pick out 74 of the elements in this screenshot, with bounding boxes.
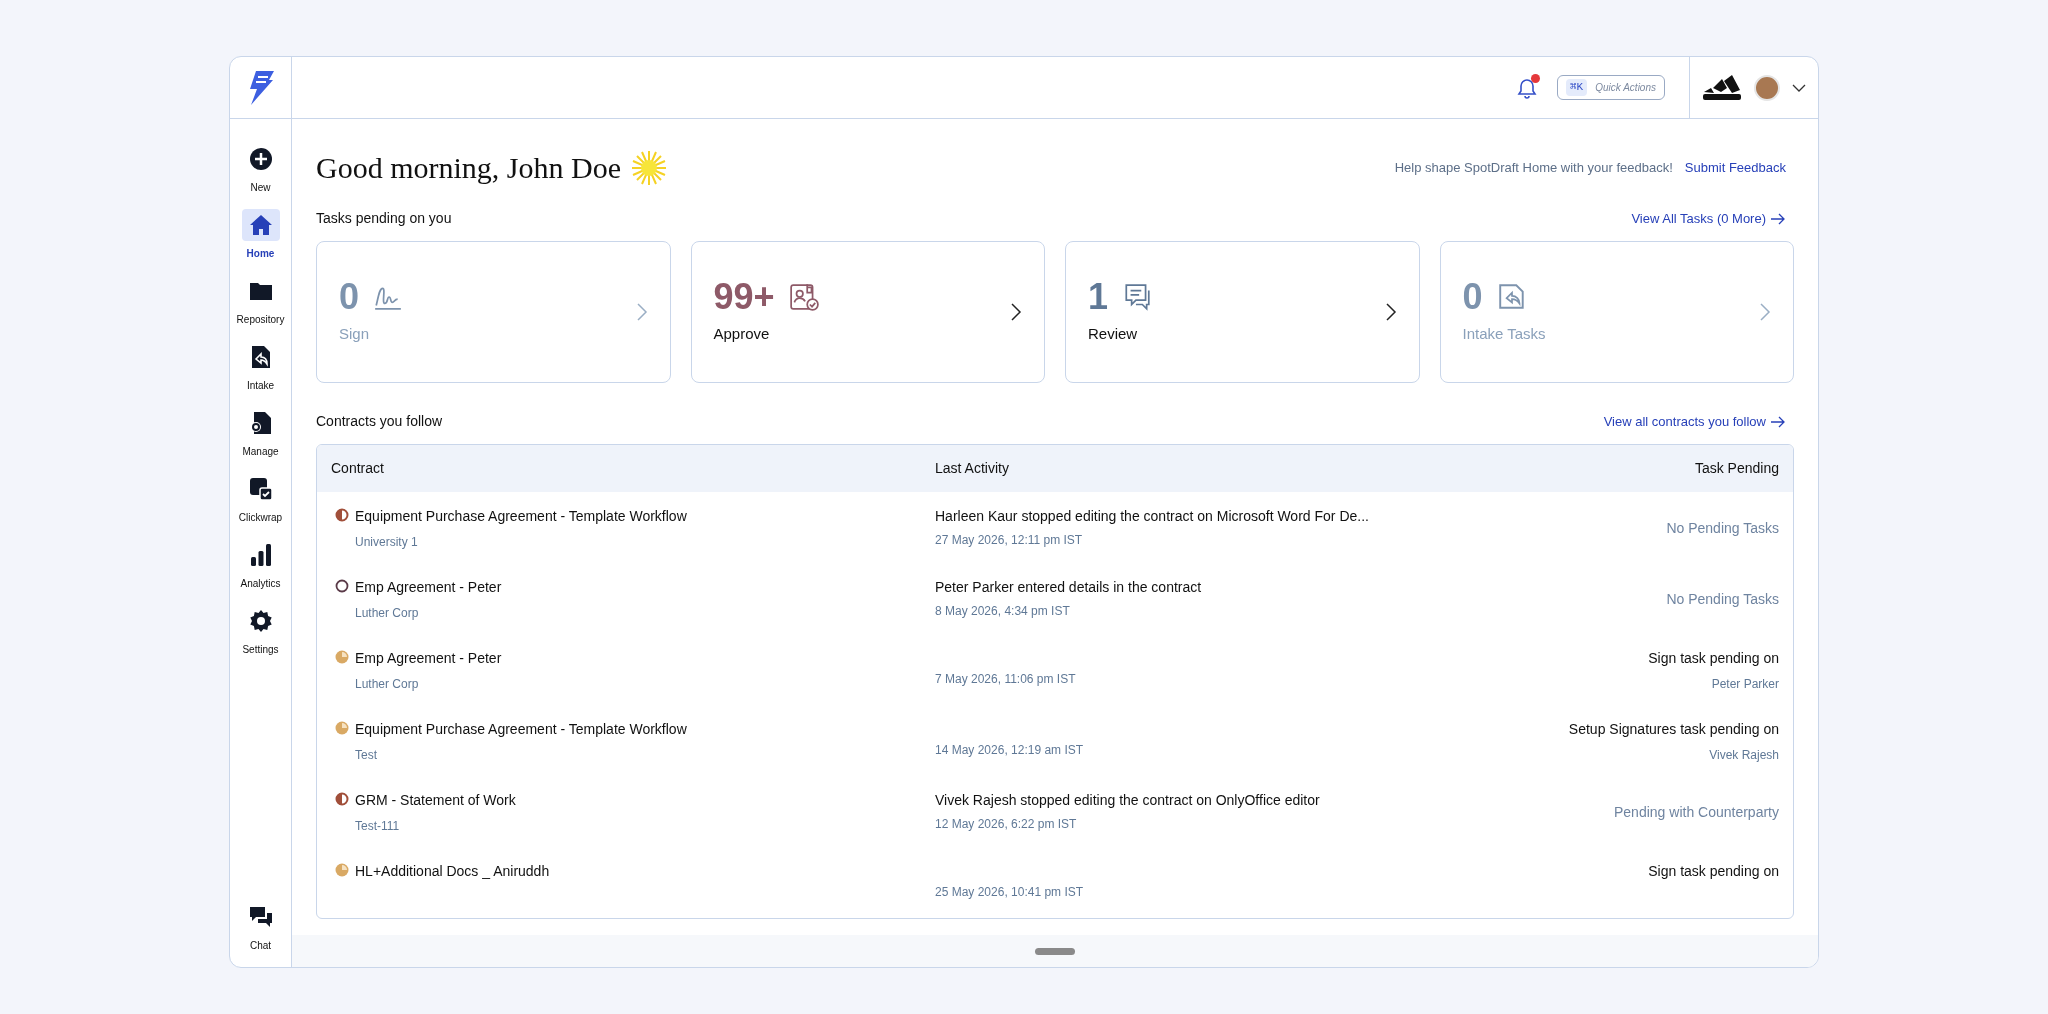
settings-icon: [248, 609, 273, 633]
nav-item[interactable]: Chat: [231, 901, 290, 953]
nav-item[interactable]: Clickwrap: [231, 473, 290, 525]
quick-actions-button[interactable]: ⌘K Quick Actions: [1557, 75, 1665, 100]
arrow-right-icon: [1770, 212, 1786, 225]
chevron-down-icon[interactable]: [1792, 82, 1806, 93]
nav-item[interactable]: New: [231, 143, 290, 195]
task-count: 99+: [713, 278, 775, 315]
task-count: 0: [1462, 278, 1483, 315]
bell-icon[interactable]: [1517, 76, 1537, 99]
task-pending-text: Pending with Counterparty: [1614, 803, 1779, 822]
counterparty-text: Test: [355, 747, 378, 764]
activity-text: Harleen Kaur stopped editing the contract on Microsoft Word For De...: [935, 507, 1370, 526]
task-count: 1: [1088, 278, 1109, 315]
activity-date: 8 May 2026, 4:34 pm IST: [935, 603, 1071, 620]
section-title: Tasks pending on you: [316, 209, 452, 228]
task-card[interactable]: 1 Review: [1065, 241, 1420, 383]
assignee-text: Vivek Rajesh: [1709, 747, 1779, 764]
home-icon: [248, 213, 273, 237]
chevron-right-icon: [1010, 302, 1022, 322]
activity-date: 12 May 2026, 6:22 pm IST: [935, 816, 1078, 833]
chat-icon: [248, 905, 273, 929]
column-header: Last Activity: [935, 459, 1010, 478]
task-pending-text: Sign task pending on: [1648, 862, 1779, 881]
sun-icon: [631, 149, 667, 186]
view-all-tasks-link[interactable]: View All Tasks (0 More): [1631, 208, 1794, 229]
assignee-text: Peter Parker: [1711, 676, 1779, 693]
column-header: Task Pending: [1693, 459, 1779, 478]
task-label: Intake Tasks: [1462, 323, 1546, 344]
nav-item[interactable]: Intake: [231, 341, 290, 393]
chevron-right-icon: [635, 302, 648, 322]
contract-name-link[interactable]: Emp Agreement - Peter: [355, 648, 502, 669]
avatar[interactable]: [1754, 74, 1780, 101]
section-title: Contracts you follow: [316, 412, 443, 431]
view-all-contracts-link[interactable]: View all contracts you follow: [1603, 411, 1794, 432]
task-pending-text: No Pending Tasks: [1666, 519, 1779, 538]
contract-name-link[interactable]: Equipment Purchase Agreement - Template Workflow: [355, 719, 687, 740]
arrow-right-icon: [1770, 415, 1786, 428]
nav-item[interactable]: Manage: [231, 407, 290, 459]
task-pending-text: No Pending Tasks: [1666, 590, 1779, 609]
task-label: Review: [1088, 323, 1139, 344]
greeting-heading: Good morning, John Doe: [316, 150, 621, 186]
counterparty-text: Luther Corp: [355, 605, 420, 622]
activity-text: Vivek Rajesh stopped editing the contract on OnlyOffice editor: [935, 791, 1321, 810]
chevron-right-icon: [1384, 302, 1397, 322]
chevron-right-icon: [1759, 302, 1771, 322]
counterparty-text: University 1: [355, 534, 419, 551]
feedback-prompt: Help shape SpotDraft Home with your feedback!: [1394, 158, 1673, 177]
task-count: 0: [339, 278, 360, 315]
counterparty-text: Luther Corp: [355, 676, 420, 693]
nav-item[interactable]: Repository: [231, 275, 290, 327]
task-pending-text: Sign task pending on: [1648, 649, 1779, 668]
task-label: Sign: [339, 323, 371, 344]
column-header: Contract: [331, 459, 385, 478]
nav-item[interactable]: Settings: [231, 605, 290, 657]
contract-name-link[interactable]: Equipment Purchase Agreement - Template Workflow: [355, 506, 687, 527]
nav-item[interactable]: Home: [231, 209, 290, 261]
activity-text: Peter Parker entered details in the contract: [935, 578, 1203, 597]
activity-date: 14 May 2026, 12:19 am IST: [935, 742, 1085, 759]
new-icon: [248, 147, 273, 171]
counterparty-text: Test-111: [355, 818, 401, 835]
task-pending-text: Setup Signatures task pending on: [1568, 720, 1779, 739]
nav-item[interactable]: Analytics: [231, 539, 290, 591]
activity-date: 7 May 2026, 11:06 pm IST: [935, 671, 1077, 688]
activity-date: 27 May 2026, 12:11 pm IST: [935, 532, 1084, 549]
activity-date: 25 May 2026, 10:41 pm IST: [935, 884, 1085, 901]
contract-name-link[interactable]: Emp Agreement - Peter: [355, 577, 502, 598]
submit-feedback-link[interactable]: Submit Feedback: [1684, 157, 1786, 178]
analytics-icon: [248, 543, 273, 567]
resize-handle[interactable]: [1035, 947, 1075, 955]
task-card[interactable]: 99+ Approve: [690, 241, 1045, 383]
task-label: Approve: [713, 323, 771, 344]
contract-name-link[interactable]: HL+Additional Docs _ Aniruddh: [355, 861, 550, 882]
contract-name-link[interactable]: GRM - Statement of Work: [355, 790, 516, 811]
